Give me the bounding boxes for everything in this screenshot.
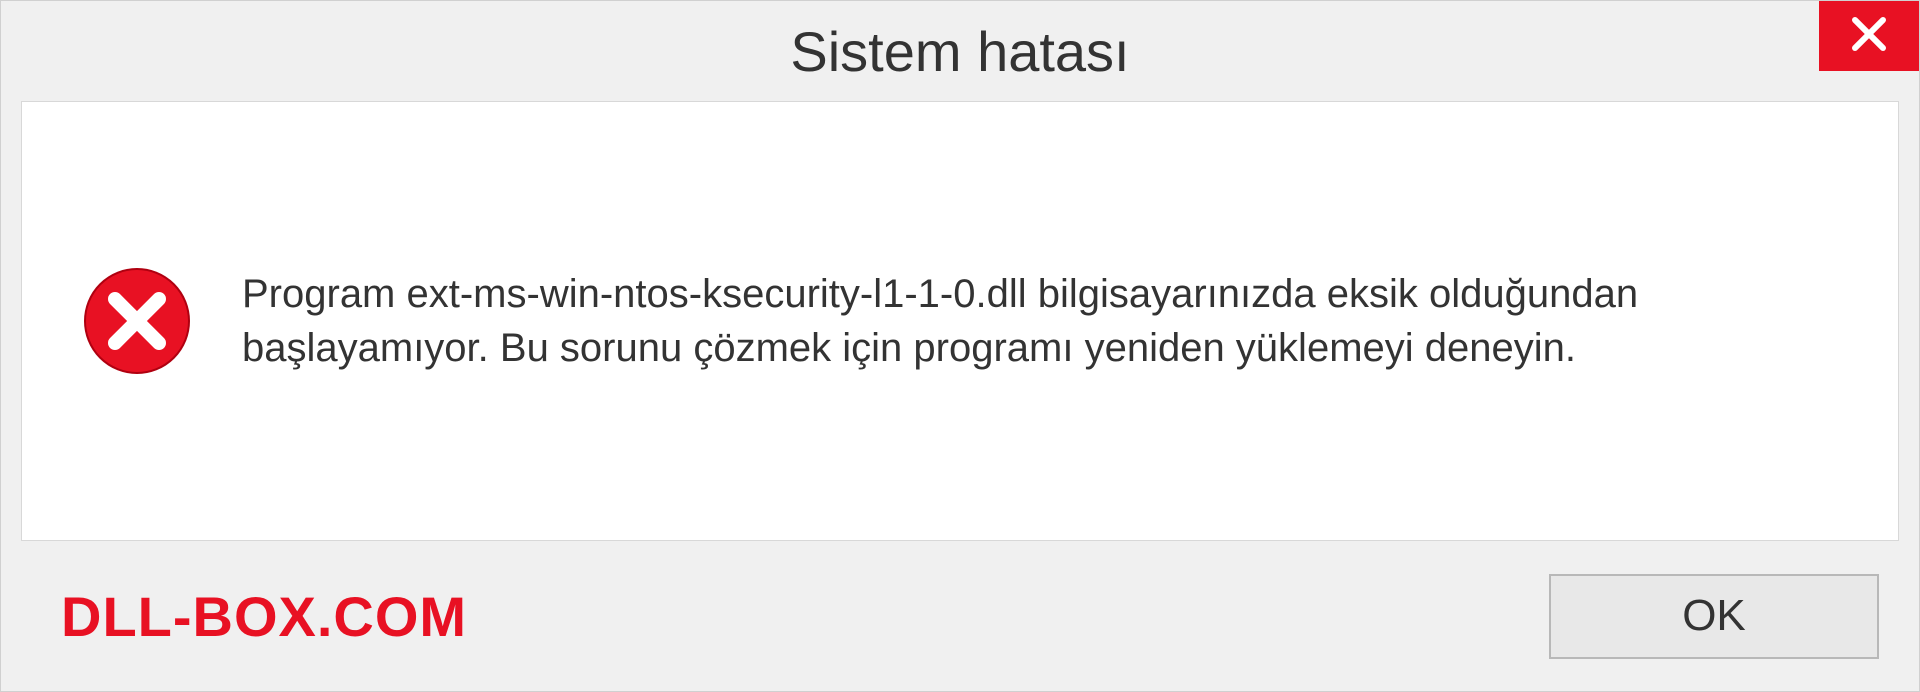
error-icon xyxy=(82,266,192,376)
watermark-text: DLL-BOX.COM xyxy=(61,584,467,649)
error-dialog: Sistem hatası Program ext-ms-win-ntos-ks… xyxy=(0,0,1920,692)
close-icon xyxy=(1849,14,1889,59)
ok-button[interactable]: OK xyxy=(1549,574,1879,659)
close-button[interactable] xyxy=(1819,1,1919,71)
content-area: Program ext-ms-win-ntos-ksecurity-l1-1-0… xyxy=(21,101,1899,541)
titlebar: Sistem hatası xyxy=(1,1,1919,101)
dialog-title: Sistem hatası xyxy=(790,19,1129,84)
footer: DLL-BOX.COM OK xyxy=(1,561,1919,691)
error-message: Program ext-ms-win-ntos-ksecurity-l1-1-0… xyxy=(242,267,1838,375)
